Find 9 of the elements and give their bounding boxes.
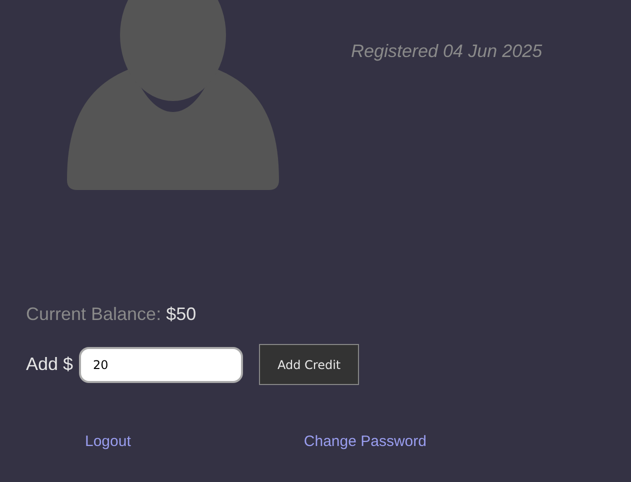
amount-field[interactable]: 20 — [79, 346, 244, 382]
add-credit-button[interactable]: Add Credit — [259, 344, 360, 385]
nav-link[interactable]: Logout — [85, 433, 131, 450]
nav-link[interactable]: Change Password — [304, 433, 426, 450]
balance-amount: $50 — [166, 304, 196, 324]
add-label: Add $ — [26, 354, 74, 375]
balance-label: Current Balance: — [26, 304, 162, 324]
avatar-icon — [67, 0, 279, 190]
registered-date: Registered 04 Jun 2025 — [351, 41, 542, 63]
